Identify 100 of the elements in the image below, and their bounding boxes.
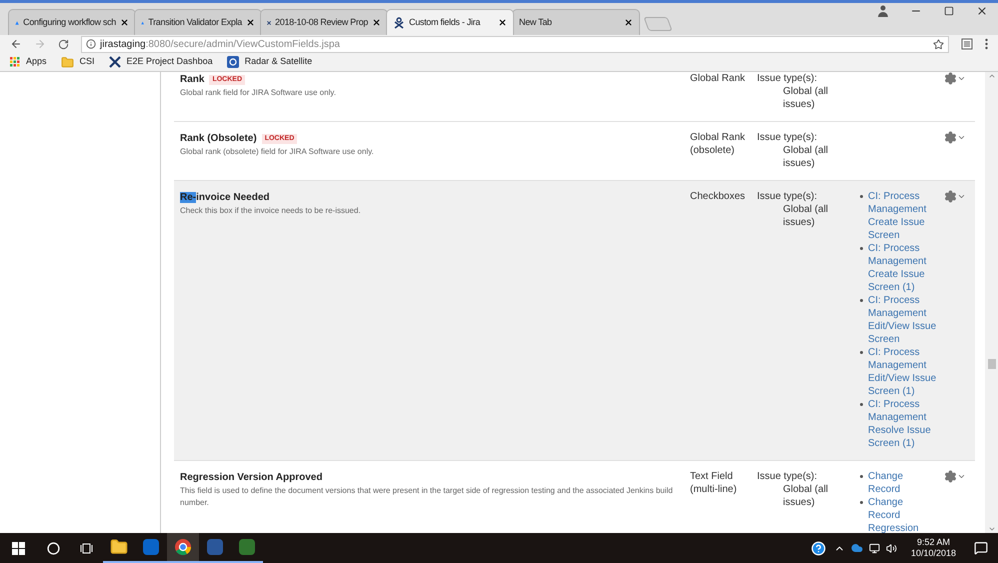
bookmark-item[interactable]: Radar & Satellite <box>226 55 312 69</box>
settings-dropdown-button[interactable] <box>944 72 966 85</box>
close-icon[interactable] <box>498 18 507 27</box>
more-menu-icon[interactable] <box>985 38 988 50</box>
field-name: Regression Version Approved <box>180 471 322 485</box>
settings-dropdown-button[interactable] <box>944 190 966 203</box>
bullet-icon <box>860 351 863 354</box>
tab-title: New Tab <box>519 16 553 29</box>
caret-icon <box>957 192 966 201</box>
clock-date: 10/10/2018 <box>910 548 956 559</box>
browser-tab[interactable]: Configuring workflow sch <box>8 9 136 35</box>
scroll-thumb[interactable] <box>988 359 996 369</box>
network-icon[interactable] <box>868 542 880 554</box>
close-icon[interactable] <box>976 5 988 17</box>
bookmark-item[interactable]: E2E Project Dashboa <box>108 55 213 69</box>
project-app-icon <box>239 539 255 555</box>
caret-icon <box>957 74 966 83</box>
context-value: Global (all issues) <box>782 144 830 170</box>
screen-link[interactable]: CI: Process Management Create Issue Screen <box>868 190 938 242</box>
info-icon <box>86 39 96 49</box>
settings-dropdown-button[interactable] <box>944 470 966 483</box>
folder-icon <box>60 56 74 68</box>
browser-tab[interactable]: Transition Validator Expla <box>134 9 262 35</box>
bullet-icon <box>860 501 863 504</box>
field-description: This field is used to define the document versions that were present in the target side of regression testing and the associated Jenkins build number. <box>180 485 674 509</box>
volume-icon[interactable] <box>886 542 897 554</box>
screen-link[interactable]: CI: Process Management Resolve Issue Screen (1) <box>868 398 938 450</box>
tab-title: Transition Validator Expla <box>148 16 242 29</box>
context-value: Global (all issues) <box>782 85 830 111</box>
field-description: Global rank field for JIRA Software use only. <box>180 87 337 99</box>
close-icon[interactable] <box>624 18 633 27</box>
caret-icon <box>957 133 966 142</box>
maximize-icon[interactable] <box>944 6 954 16</box>
field-type: Text Field (multi-line) <box>690 470 738 497</box>
browser-tab[interactable]: 2018-10-08 Review Prop <box>260 9 388 35</box>
task-view-icon[interactable] <box>80 542 93 554</box>
context-value: Global (all issues) <box>782 483 830 509</box>
field-type: Global Rank (obsolete) <box>690 131 746 158</box>
bullet-icon <box>860 247 863 250</box>
folder-icon <box>110 538 128 556</box>
field-name: Rank <box>180 73 204 87</box>
tab-title: 2018-10-08 Review Prop <box>275 16 368 29</box>
extension-icon[interactable] <box>961 38 973 50</box>
settings-icon <box>944 190 957 203</box>
back-icon[interactable] <box>10 38 22 50</box>
settings-icon <box>944 72 957 85</box>
notifications-icon[interactable] <box>974 541 988 555</box>
tab-title: Configuring workflow sch <box>23 16 116 29</box>
close-icon[interactable] <box>372 18 381 27</box>
radar-icon <box>226 56 239 68</box>
field-type: Checkboxes <box>690 190 746 204</box>
bullet-icon <box>860 299 863 302</box>
help-icon[interactable] <box>810 540 826 556</box>
screen-link[interactable]: CI: Process Management Edit/View Issue Screen <box>868 294 938 346</box>
context-label: Issue type(s): <box>757 131 818 144</box>
mail-app-icon <box>143 539 159 555</box>
browser-tab[interactable]: Custom fields - Jira <box>386 9 514 35</box>
context-label: Issue type(s): <box>757 190 818 203</box>
settings-icon <box>944 131 957 144</box>
clock-time: 9:52 AM <box>916 537 950 548</box>
browser-logo-icon <box>174 538 192 556</box>
caret-icon <box>957 472 966 481</box>
browser-tab[interactable]: New Tab <box>512 9 640 35</box>
bookmark-item[interactable]: Apps <box>10 55 47 69</box>
document-app-icon <box>207 539 223 555</box>
taskbar-app[interactable] <box>167 533 199 563</box>
field-description: Check this box if the invoice needs to be re-issued. <box>180 205 362 217</box>
field-name: Rank (Obsolete) <box>180 132 257 146</box>
bullet-icon <box>860 475 863 478</box>
field-description: Global rank (obsolete) field for JIRA Software use only. <box>180 146 375 158</box>
crossed-tools-icon <box>393 16 405 28</box>
bullet-icon <box>860 403 863 406</box>
reload-icon[interactable] <box>58 38 69 50</box>
url-text: jirastaging:8080/secure/admin/ViewCustomFields.jspa <box>100 38 340 52</box>
close-icon[interactable] <box>120 18 129 27</box>
settings-dropdown-button[interactable] <box>944 131 966 144</box>
tab-title: Custom fields - Jira <box>409 16 482 29</box>
search-icon[interactable] <box>47 542 60 554</box>
star-icon[interactable] <box>933 38 944 50</box>
scroll-up-icon[interactable] <box>988 72 996 80</box>
bookmark-item[interactable]: CSI <box>60 55 95 69</box>
close-icon[interactable] <box>246 18 255 27</box>
context-label: Issue type(s): <box>757 72 818 85</box>
address-field[interactable]: jirastaging:8080/secure/admin/ViewCustomFields.jspa <box>81 36 949 52</box>
bullet-icon <box>860 195 863 198</box>
crossed-tools-icon <box>108 56 121 68</box>
field-type: Global Rank <box>690 72 746 86</box>
screen-link[interactable]: CI: Process Management Edit/View Issue Screen (1) <box>868 346 938 398</box>
cloud-icon[interactable] <box>850 542 863 554</box>
context-value: Global (all issues) <box>782 203 830 229</box>
profile-icon[interactable] <box>878 5 888 17</box>
screen-link[interactable]: CI: Process Management Create Issue Screen (1) <box>868 242 938 294</box>
apps-grid-icon <box>10 57 20 67</box>
screen-link[interactable]: Change Record Regression <box>868 496 938 533</box>
settings-icon <box>944 470 957 483</box>
windows-logo-icon[interactable] <box>12 542 25 554</box>
context-label: Issue type(s): <box>757 470 818 483</box>
scroll-down-icon[interactable] <box>988 525 996 533</box>
screen-link[interactable]: Change Record <box>868 470 938 496</box>
field-name: Re-invoice Needed <box>180 191 270 205</box>
